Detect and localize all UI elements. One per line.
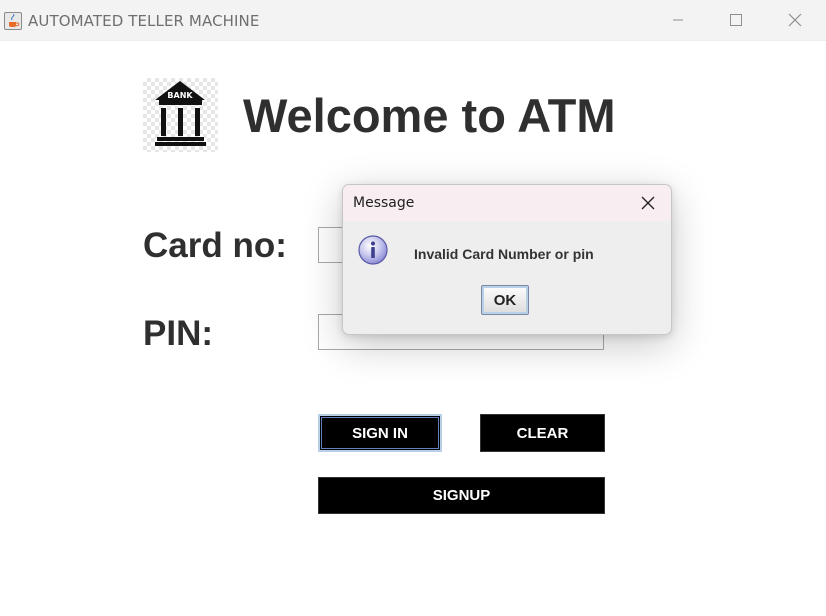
signup-button[interactable]: SIGNUP <box>318 477 605 514</box>
page-title: Welcome to ATM <box>243 89 616 142</box>
bank-building-icon: BANK <box>143 78 218 152</box>
pin-label: PIN: <box>143 314 213 353</box>
bank-sign-text: BANK <box>167 91 193 100</box>
dialog-title: Message <box>353 195 415 211</box>
clear-button[interactable]: CLEAR <box>480 414 605 452</box>
dialog-titlebar[interactable]: Message <box>343 185 671 221</box>
maximize-button[interactable] <box>707 0 765 40</box>
dialog-close-button[interactable] <box>635 191 661 215</box>
sign-in-button[interactable]: SIGN IN <box>318 414 442 452</box>
java-cup-icon <box>4 12 22 30</box>
minimize-button[interactable] <box>649 0 707 40</box>
window-title: AUTOMATED TELLER MACHINE <box>28 12 260 30</box>
close-icon <box>788 13 802 27</box>
close-icon <box>641 196 655 210</box>
info-icon <box>358 235 388 265</box>
message-dialog: Message Invalid Card Number or pin OK <box>342 184 672 335</box>
maximize-icon <box>730 14 742 26</box>
ok-button[interactable]: OK <box>481 285 529 315</box>
atm-window: AUTOMATED TELLER MACHINE BANK Welcome to… <box>0 0 826 616</box>
window-titlebar[interactable]: AUTOMATED TELLER MACHINE <box>0 0 826 41</box>
dialog-message: Invalid Card Number or pin <box>414 246 594 262</box>
card-number-label: Card no: <box>143 226 287 265</box>
minimize-icon <box>673 19 683 21</box>
close-button[interactable] <box>766 0 824 40</box>
